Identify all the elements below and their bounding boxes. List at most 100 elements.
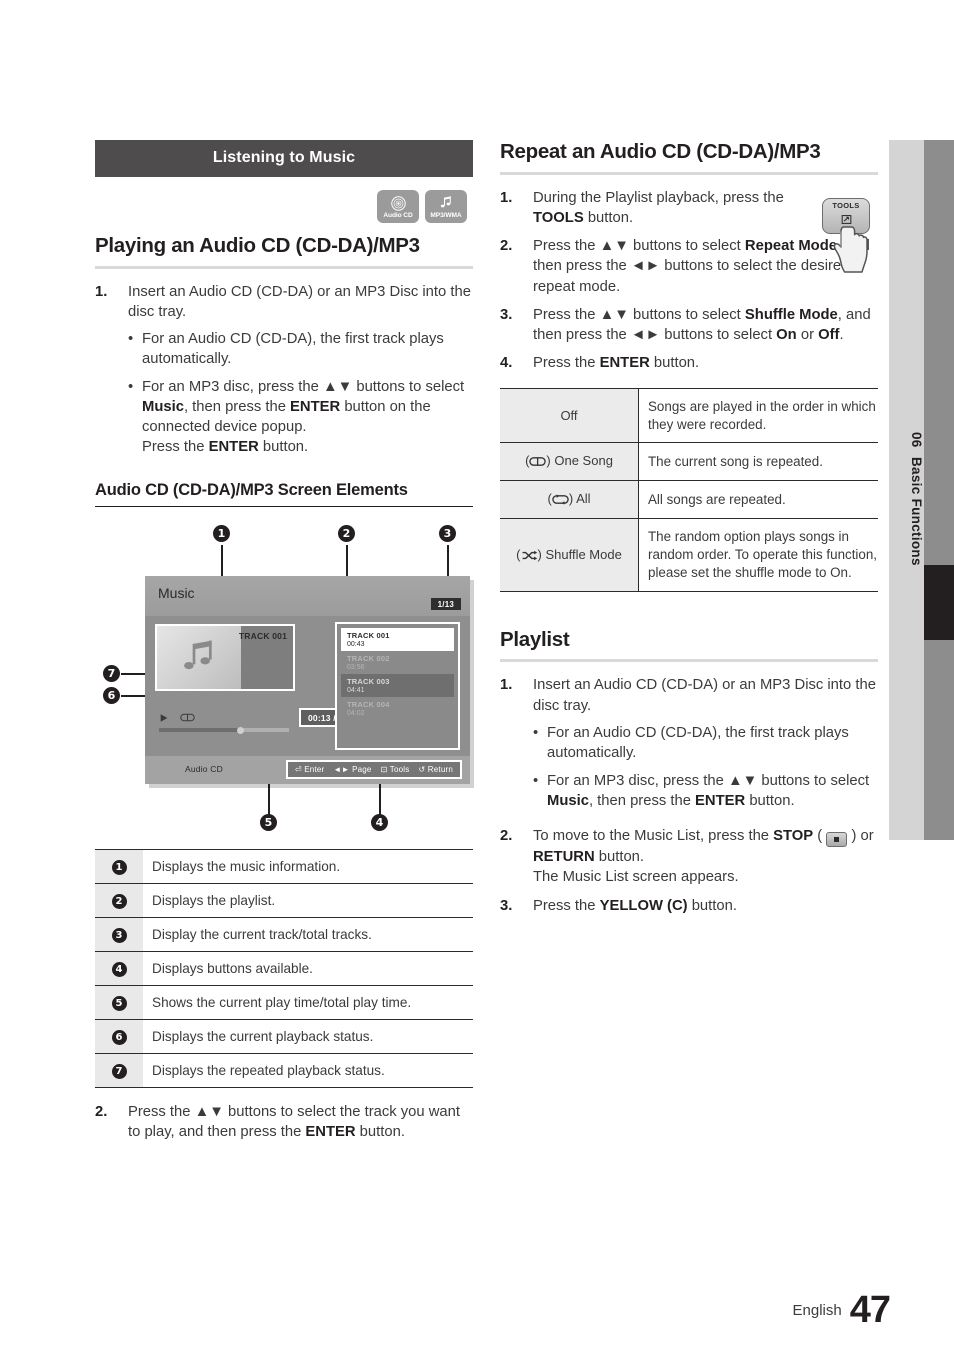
play-icon xyxy=(159,710,169,728)
t: button. xyxy=(687,897,737,914)
pointing-hand-icon xyxy=(833,226,868,273)
legend-number: 3 xyxy=(111,928,127,944)
playing-steps-continued: 2. Press the ▲▼ buttons to select the tr… xyxy=(95,1102,473,1143)
playlist-item-time: 04:02 xyxy=(347,710,365,718)
repeat-mode-value: The current song is repeated. xyxy=(638,442,878,482)
step-item: 4. Press the ENTER button. xyxy=(500,353,878,373)
legend-number: 6 xyxy=(111,1030,127,1046)
table-row: () Shuffle Mode The random option plays … xyxy=(500,518,878,592)
legend-number-cell: 6 xyxy=(95,1019,143,1055)
t: buttons to select xyxy=(660,327,777,344)
t: Off xyxy=(818,327,840,344)
t: button. xyxy=(594,849,645,866)
legend-text: Displays buttons available. xyxy=(143,951,473,987)
repeat-mode-key-cell: () One Song xyxy=(500,442,639,482)
bullet-text: For an MP3 disc, press the ▲▼ buttons to… xyxy=(142,377,473,458)
bullet-item: • For an MP3 disc, press the ▲▼ buttons … xyxy=(533,771,878,812)
step-text: Press the ENTER button. xyxy=(533,353,878,373)
tools-icon: ⊡ xyxy=(380,765,388,775)
screen-title: Music xyxy=(158,585,195,602)
manual-page: 06 Basic Functions Listening to Music Au… xyxy=(0,0,954,1354)
shuffle-icon xyxy=(521,549,538,564)
table-row: 5 Shows the current play time/total play… xyxy=(95,985,473,1021)
section-banner: Listening to Music xyxy=(95,140,473,177)
bullet-text: For an Audio CD (CD-DA), the first track… xyxy=(547,724,849,762)
playlist-item[interactable]: TRACK 002 03:56 xyxy=(341,651,454,674)
legend-number-cell: 3 xyxy=(95,917,143,953)
callout-1: 1 xyxy=(213,525,230,543)
leader-line-4 xyxy=(379,784,381,817)
t: button. xyxy=(583,209,634,226)
repeat-one-icon xyxy=(529,455,547,470)
page-footer: English 47 xyxy=(0,1289,891,1332)
screen-header: Music 1/13 xyxy=(145,576,470,617)
leftright-arrows-icon: ◄► xyxy=(630,327,661,344)
tv-screen-mock: Music 1/13 TRACK 001 00:13 TRACK 001 00:… xyxy=(145,576,470,785)
badge-audio-cd-label: Audio CD xyxy=(383,211,413,219)
chapter-tab-marker xyxy=(924,565,954,640)
legend-number-cell: 4 xyxy=(95,951,143,987)
legend-number: 1 xyxy=(111,860,127,876)
step-number: 2. xyxy=(500,238,513,255)
updown-arrows-icon: ▲▼ xyxy=(194,1104,224,1121)
step-item: 2. Press the ▲▼ buttons to select Repeat… xyxy=(500,236,878,297)
playing-steps: 1. Insert an Audio CD (CD-DA) or an MP3 … xyxy=(95,282,473,465)
legend-number: 4 xyxy=(111,962,127,978)
t: Music xyxy=(547,792,589,809)
step-text: Press the ▲▼ buttons to select Shuffle M… xyxy=(533,305,878,346)
step-text: Insert an Audio CD (CD-DA) or an MP3 Dis… xyxy=(128,282,473,465)
t: RETURN xyxy=(533,849,595,866)
hint-return[interactable]: ↺ Return xyxy=(418,765,453,774)
t: buttons to select xyxy=(628,306,745,323)
legend-text: Display the current track/total tracks. xyxy=(143,917,473,953)
transport-area xyxy=(159,710,289,734)
t: Shuffle Mode xyxy=(744,306,838,323)
tools-button-label: TOOLS xyxy=(832,201,860,211)
t: During the Playlist playback, press the xyxy=(533,189,784,206)
chapter-tab-text: 06 Basic Functions xyxy=(889,140,924,840)
progress-bar[interactable] xyxy=(159,726,289,734)
t: On xyxy=(776,327,797,344)
repeat-mode-value: The random option plays songs in random … xyxy=(648,529,878,581)
playlist-item[interactable]: TRACK 004 04:02 xyxy=(341,697,454,720)
t: TOOLS xyxy=(533,209,584,226)
updown-arrows-icon: ▲▼ xyxy=(727,772,758,789)
hint-label: Tools xyxy=(389,765,410,775)
table-row: 4 Displays buttons available. xyxy=(95,951,473,987)
bullet-dot: • xyxy=(128,378,134,395)
t: , then press the xyxy=(588,792,696,809)
screen-body: TRACK 001 00:13 TRACK 001 00:43 TRACK 00… xyxy=(145,616,470,757)
t: button. xyxy=(649,355,700,372)
bullet-item: • For an Audio CD (CD-DA), the first tra… xyxy=(128,329,473,370)
legend-number: 7 xyxy=(111,1064,127,1080)
step-item: 2. To move to the Music List, press the … xyxy=(500,826,878,888)
step-number: 3. xyxy=(500,897,513,914)
t: ENTER xyxy=(695,792,746,809)
playlist-item[interactable]: TRACK 001 00:43 xyxy=(341,628,454,652)
t: YELLOW (C) xyxy=(599,897,688,914)
t: buttons to select xyxy=(352,378,465,395)
t: . xyxy=(839,327,844,344)
playlist-item[interactable]: TRACK 003 04:41 xyxy=(341,674,454,698)
repeat-all-icon xyxy=(552,493,569,508)
step-item: 3. Press the ▲▼ buttons to select Shuffl… xyxy=(500,305,878,346)
progress-knob[interactable] xyxy=(237,726,244,734)
badge-mp3-wma-label: MP3/WMA xyxy=(430,211,462,219)
step-text: Insert an Audio CD (CD-DA) or an MP3 Dis… xyxy=(533,675,878,818)
t: ( xyxy=(813,828,827,845)
hint-page[interactable]: ◄► Page xyxy=(333,765,371,774)
footer-page-number: 47 xyxy=(849,1289,891,1331)
return-icon: ↺ xyxy=(418,765,426,775)
now-playing-panel: TRACK 001 xyxy=(155,624,295,692)
screen-footer: Audio CD ⏎ Enter ◄► Page ⊡ Tools ↺ Retur… xyxy=(145,756,470,785)
t: button. xyxy=(258,439,309,456)
step-text: Press the ▲▼ buttons to select Repeat Mo… xyxy=(533,236,878,297)
hint-tools[interactable]: ⊡ Tools xyxy=(381,765,410,774)
playlist-panel: TRACK 001 00:43 TRACK 002 03:56 TRACK 00… xyxy=(335,622,460,751)
left-column: Listening to Music Audio CD MP3/WMA Play… xyxy=(95,140,473,1151)
chapter-tab-strip xyxy=(924,140,954,840)
step-text: To move to the Music List, press the STO… xyxy=(533,826,878,888)
step-number: 2. xyxy=(95,1104,108,1121)
legend-number: 2 xyxy=(111,894,127,910)
hint-enter[interactable]: ⏎ Enter xyxy=(295,765,324,774)
